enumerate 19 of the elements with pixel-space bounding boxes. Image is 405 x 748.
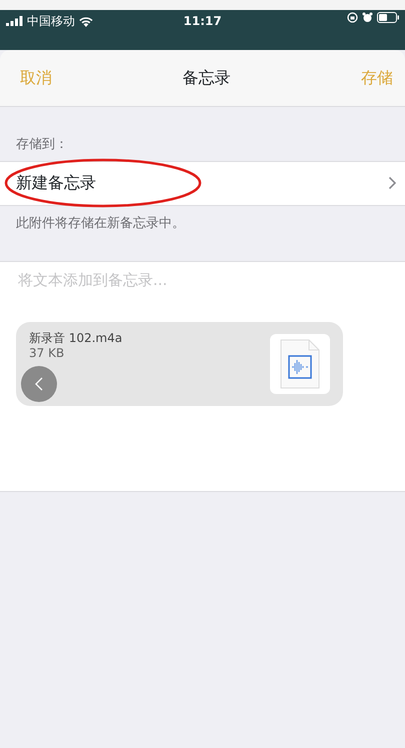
destination-row[interactable]: 新建备忘录 — [0, 160, 405, 206]
attachment-card[interactable]: 新录音 102.m4a 37 KB — [16, 322, 343, 406]
nav-title: 备忘录 — [182, 67, 230, 89]
clock-time: 11:17 — [183, 13, 222, 30]
rotation-lock-icon — [347, 12, 358, 23]
wifi-icon — [79, 16, 93, 26]
back-icon — [35, 377, 43, 391]
chevron-icon — [388, 176, 397, 190]
note-text-field[interactable]: 将文本添加到备忘录... — [16, 268, 389, 292]
alarm-icon — [362, 12, 373, 23]
back-button[interactable] — [21, 366, 57, 402]
audio-file-icon — [280, 339, 320, 389]
section-header: 存储到： — [16, 137, 68, 152]
battery-icon — [377, 12, 399, 23]
file-size: 37 KB — [29, 346, 66, 360]
file-name: 新录音 102.m4a — [29, 331, 122, 347]
carrier-name: 中国移动 — [27, 13, 75, 30]
section-footer: 此附件将存储在新备忘录中。 — [16, 216, 185, 230]
signal-icon — [6, 16, 23, 26]
